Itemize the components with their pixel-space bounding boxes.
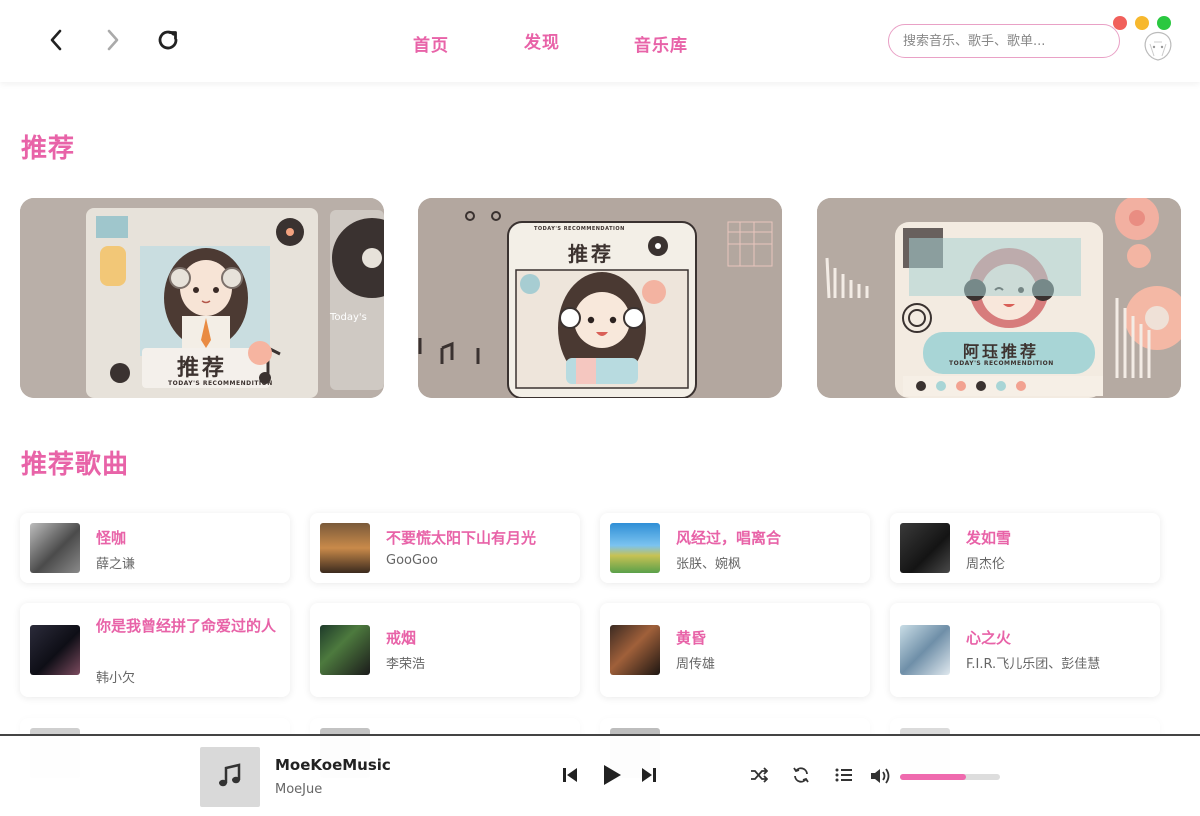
album-cover — [610, 523, 660, 573]
play-icon — [604, 765, 621, 785]
volume-slider-fill — [900, 774, 966, 780]
song-card[interactable]: 发如雪 周杰伦 — [890, 513, 1160, 583]
list-icon — [835, 768, 852, 782]
song-artist: 韩小欠 — [96, 671, 136, 686]
album-cover — [320, 625, 370, 675]
album-cover — [900, 523, 950, 573]
song-card[interactable]: 心之火 F.I.R.飞儿乐团、彭佳慧 — [890, 603, 1160, 697]
menu-discover[interactable]: 发现 — [524, 28, 560, 53]
song-title: 怪咖 — [96, 529, 127, 547]
close-window-button[interactable] — [1113, 16, 1127, 30]
song-title: 不要慌太阳下山有月光 — [386, 529, 537, 547]
album-cover — [320, 523, 370, 573]
banner-1-side-text: Today's — [330, 312, 367, 323]
song-card[interactable]: 风经过，唱离合 张朕、婉枫 — [600, 513, 870, 583]
banner-1-subtitle: TODAY'S RECOMMENDITION — [168, 380, 273, 387]
song-artist: 张朕、婉枫 — [676, 557, 742, 572]
banner-3-illustration — [817, 198, 1181, 398]
chevron-left-icon — [50, 29, 62, 51]
playlist-button[interactable] — [835, 767, 853, 783]
refresh-icon — [158, 30, 178, 50]
album-cover — [30, 523, 80, 573]
now-playing-artist: MoeJue — [275, 782, 323, 797]
song-card[interactable]: 黄昏 周传雄 — [600, 603, 870, 697]
skip-next-icon — [642, 768, 656, 782]
song-title: 你是我曾经拼了命爱过的人 — [96, 617, 277, 635]
previous-button[interactable] — [561, 766, 579, 784]
song-artist: 李荣浩 — [386, 657, 426, 672]
player-bar: MoeKoeMusic MoeJue — [0, 734, 1200, 816]
next-button[interactable] — [640, 766, 658, 784]
banner-3-subtitle: TODAY'S RECOMMENDITION — [949, 360, 1054, 367]
song-artist: 薛之谦 — [96, 557, 136, 572]
banner-2-title: 推荐 — [568, 242, 614, 266]
album-cover — [30, 625, 80, 675]
chevron-right-icon — [107, 29, 119, 51]
play-button[interactable] — [601, 763, 623, 787]
section-title-recommend: 推荐 — [21, 134, 76, 164]
volume-button[interactable] — [869, 766, 893, 786]
song-title: 心之火 — [966, 629, 1012, 647]
section-title-recommended-songs: 推荐歌曲 — [21, 450, 130, 480]
song-artist: F.I.R.飞儿乐团、彭佳慧 — [966, 657, 1101, 672]
now-playing-cover[interactable] — [200, 747, 260, 807]
forward-button[interactable] — [98, 26, 126, 54]
user-avatar[interactable] — [1140, 30, 1176, 64]
song-artist: 周传雄 — [676, 657, 716, 672]
recommend-banner-1[interactable]: 推荐 TODAY'S RECOMMENDITION Today's — [20, 198, 384, 398]
song-artist: 周杰伦 — [966, 557, 1006, 572]
banner-2-subtitle: TODAY'S RECOMMENDATION — [534, 226, 625, 232]
song-card[interactable]: 你是我曾经拼了命爱过的人 韩小欠 — [20, 603, 290, 697]
shuffle-button[interactable] — [750, 767, 768, 783]
refresh-button[interactable] — [154, 26, 182, 54]
album-cover — [610, 625, 660, 675]
banner-3-title: 阿珏推荐 — [963, 342, 1040, 361]
repeat-button[interactable] — [792, 766, 810, 784]
back-button[interactable] — [43, 26, 71, 54]
maximize-window-button[interactable] — [1157, 16, 1171, 30]
now-playing-title: MoeKoeMusic — [275, 756, 391, 774]
song-card[interactable]: 怪咖 薛之谦 — [20, 513, 290, 583]
repeat-icon — [793, 767, 809, 783]
recommend-banner-3[interactable]: 阿珏推荐 TODAY'S RECOMMENDITION — [817, 198, 1181, 398]
recommend-banner-2[interactable]: 推荐 TODAY'S RECOMMENDATION — [418, 198, 782, 398]
search-box — [888, 24, 1120, 58]
song-title: 黄昏 — [676, 629, 707, 647]
minimize-window-button[interactable] — [1135, 16, 1149, 30]
banner-1-title: 推荐 — [177, 356, 228, 381]
song-title: 发如雪 — [966, 529, 1012, 547]
music-note-icon — [219, 763, 241, 787]
volume-slider[interactable] — [900, 774, 1000, 780]
song-title: 戒烟 — [386, 629, 417, 647]
song-artist: GooGoo — [386, 553, 438, 568]
song-title: 风经过，唱离合 — [676, 529, 782, 547]
shuffle-icon — [751, 767, 768, 783]
skip-previous-icon — [563, 768, 577, 782]
song-card[interactable]: 不要慌太阳下山有月光 GooGoo — [310, 513, 580, 583]
top-bar: 首页 发现 音乐库 — [0, 0, 1200, 82]
menu-home[interactable]: 首页 — [413, 31, 449, 56]
search-input[interactable] — [889, 25, 1119, 57]
volume-icon — [871, 768, 890, 784]
menu-library[interactable]: 音乐库 — [634, 31, 688, 56]
song-card[interactable]: 戒烟 李荣浩 — [310, 603, 580, 697]
album-cover — [900, 625, 950, 675]
avatar-sketch-icon — [1144, 31, 1172, 61]
